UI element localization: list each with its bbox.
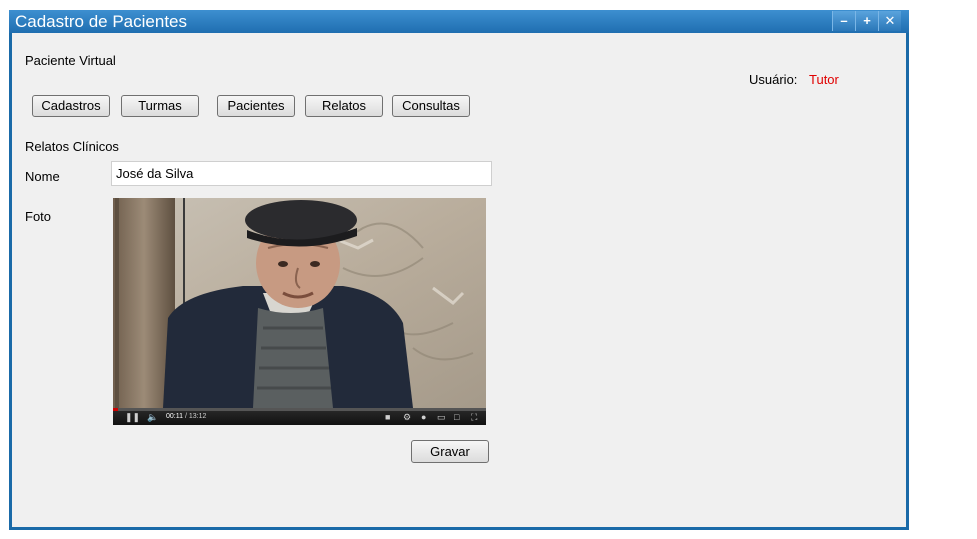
- video-time-current: 00:11: [166, 413, 183, 420]
- close-icon[interactable]: ✕: [878, 11, 901, 31]
- patient-video-player[interactable]: ❚❚ 🔈 00:11 / 13:12 ■ ⚙ ● ▭ □ ⛶: [113, 198, 486, 425]
- nav-turmas-button[interactable]: Turmas: [121, 95, 199, 117]
- info-icon[interactable]: ●: [421, 412, 426, 422]
- volume-icon[interactable]: 🔈: [147, 412, 158, 422]
- pause-icon[interactable]: ❚❚: [125, 412, 140, 422]
- minimize-icon[interactable]: –: [832, 11, 855, 31]
- nav-pacientes-button[interactable]: Pacientes: [217, 95, 295, 117]
- app-name: Paciente Virtual: [25, 53, 116, 68]
- name-label: Nome: [25, 169, 60, 184]
- patient-photo: [113, 198, 486, 408]
- title-bar[interactable]: Cadastro de Pacientes – + ✕: [9, 10, 909, 33]
- nav-cadastros-button[interactable]: Cadastros: [32, 95, 110, 117]
- gear-icon[interactable]: ⚙: [403, 412, 411, 422]
- video-time-total: 13:12: [188, 413, 207, 420]
- window-content: Paciente Virtual Usuário: Tutor Cadastro…: [12, 33, 906, 527]
- main-window: Cadastro de Pacientes – + ✕ Paciente Vir…: [9, 10, 909, 530]
- nav-relatos-button[interactable]: Relatos: [305, 95, 383, 117]
- user-value: Tutor: [809, 72, 839, 87]
- nav-consultas-button[interactable]: Consultas: [392, 95, 470, 117]
- video-time: 00:11 / 13:12: [166, 413, 207, 420]
- user-label: Usuário:: [749, 72, 798, 87]
- name-input[interactable]: [111, 161, 492, 186]
- captions-icon[interactable]: ■: [385, 412, 390, 422]
- section-title: Relatos Clínicos: [25, 139, 119, 154]
- video-progress-bar[interactable]: [113, 408, 486, 411]
- save-button[interactable]: Gravar: [411, 440, 489, 463]
- photo-label: Foto: [25, 209, 52, 224]
- video-controls: ❚❚ 🔈 00:11 / 13:12 ■ ⚙ ● ▭ □ ⛶: [113, 408, 486, 425]
- window-mode-icon[interactable]: □: [454, 412, 459, 422]
- video-progress-fill: [113, 408, 119, 411]
- fullscreen-icon[interactable]: ⛶: [471, 412, 477, 422]
- maximize-icon[interactable]: +: [855, 11, 878, 31]
- window-title: Cadastro de Pacientes: [15, 12, 187, 31]
- theater-mode-icon[interactable]: ▭: [437, 412, 446, 422]
